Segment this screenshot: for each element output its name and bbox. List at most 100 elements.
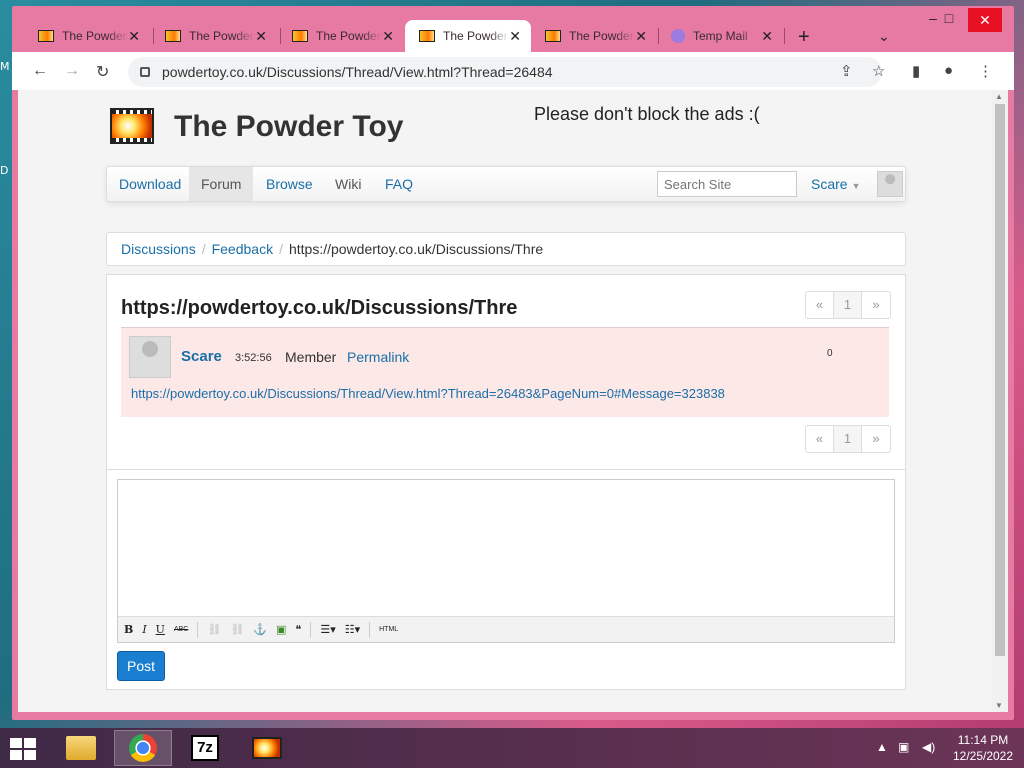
tab-list-chevron-icon[interactable]: ⌄ xyxy=(878,28,890,45)
browser-toolbar: ← → ↻ powdertoy.co.uk/Discussions/Thread… xyxy=(12,52,1014,90)
pager-page[interactable]: 1 xyxy=(834,292,862,318)
lock-icon xyxy=(140,67,150,77)
powder-toy-logo xyxy=(110,108,154,144)
close-tab-icon[interactable]: ✕ xyxy=(509,28,521,45)
back-icon[interactable]: ← xyxy=(32,62,48,80)
breadcrumb: Discussions / Feedback / https://powdertoy.c… xyxy=(106,232,906,266)
post-rank: Member xyxy=(285,349,337,365)
taskbar-powder-toy[interactable] xyxy=(238,730,296,766)
forward-icon[interactable]: → xyxy=(64,62,80,80)
bold-button[interactable]: B xyxy=(124,623,133,636)
taskbar-chrome[interactable] xyxy=(114,730,172,766)
powder-toy-icon xyxy=(252,737,282,759)
nav-browse[interactable]: Browse xyxy=(254,167,325,201)
pager-page[interactable]: 1 xyxy=(834,426,862,452)
pager-next[interactable]: » xyxy=(862,292,890,318)
browser-tab[interactable]: The Powder Toy ✕ xyxy=(24,20,150,52)
scroll-down-icon[interactable]: ▼ xyxy=(995,701,1003,710)
bookmark-star-icon[interactable]: ☆ xyxy=(872,62,885,80)
taskbar-7zip[interactable]: 7z xyxy=(176,730,234,766)
strikethrough-button[interactable]: ABC xyxy=(174,626,188,633)
breadcrumb-discussions[interactable]: Discussions xyxy=(121,241,196,257)
page-scrollbar[interactable]: ▲ ▼ xyxy=(992,90,1008,712)
pager-next[interactable]: » xyxy=(862,426,890,452)
italic-button[interactable]: I xyxy=(142,623,146,636)
close-tab-icon[interactable]: ✕ xyxy=(382,28,394,45)
browser-tab[interactable]: The Powder Toy ✕ xyxy=(278,20,404,52)
post-author[interactable]: Scare xyxy=(181,348,222,365)
reply-editor[interactable]: B I U ABC ⛓ ⛓ ⚓ ▣ ❝ ☰▾ ☷▾ HTML xyxy=(117,479,895,643)
ad-message: Please don't block the ads :( xyxy=(534,104,760,124)
network-icon[interactable]: ▣ xyxy=(898,740,909,754)
address-url: powdertoy.co.uk/Discussions/Thread/View.… xyxy=(162,64,553,80)
search-input[interactable] xyxy=(657,171,797,197)
pager-prev[interactable]: « xyxy=(806,292,834,318)
pager-prev[interactable]: « xyxy=(806,426,834,452)
maximize-icon[interactable]: □ xyxy=(932,10,966,26)
breadcrumb-feedback[interactable]: Feedback xyxy=(212,241,273,257)
numbered-list-icon[interactable]: ☷▾ xyxy=(345,623,360,636)
clock-date: 12/25/2022 xyxy=(952,749,1014,763)
caret-down-icon: ▼ xyxy=(851,181,861,191)
browser-tab-active[interactable]: The Powder Toy ✕ xyxy=(405,20,531,52)
close-tab-icon[interactable]: ✕ xyxy=(255,28,267,45)
thread-title: https://powdertoy.co.uk/Discussions/Thre xyxy=(121,297,518,319)
tray-chevron-icon[interactable]: ▲ xyxy=(876,740,888,754)
nav-wiki[interactable]: Wiki xyxy=(323,167,373,201)
tab-title: The Powder Toy xyxy=(569,29,635,43)
share-icon[interactable]: ⇪ xyxy=(840,62,853,80)
tab-title: The Powder Toy xyxy=(443,29,509,43)
browser-window: The Powder Toy ✕ The Powder Toy ✕ The Po… xyxy=(12,6,1014,720)
browser-tab[interactable]: Temp Mail ✕ xyxy=(657,20,783,52)
powder-toy-favicon-icon xyxy=(38,30,54,42)
forum-post: Scare 3:52:56 Member Permalink 0 https:/… xyxy=(121,327,889,417)
permalink[interactable]: Permalink xyxy=(347,349,409,365)
scroll-up-icon[interactable]: ▲ xyxy=(995,92,1003,101)
tab-strip: The Powder Toy ✕ The Powder Toy ✕ The Po… xyxy=(12,6,1014,52)
start-button[interactable] xyxy=(10,738,38,760)
taskbar-clock[interactable]: 11:14 PM 12/25/2022 xyxy=(948,732,1018,764)
image-icon[interactable]: ▣ xyxy=(276,623,286,636)
scrollbar-thumb[interactable] xyxy=(995,104,1005,656)
more-menu-icon[interactable]: ⋮ xyxy=(978,62,993,80)
link-icon[interactable]: ⛓ xyxy=(207,623,221,636)
breadcrumb-current: https://powdertoy.co.uk/Discussions/Thre xyxy=(288,241,544,257)
avatar[interactable] xyxy=(877,171,903,197)
unlink-icon[interactable]: ⛓ xyxy=(230,623,244,636)
volume-icon[interactable]: ◀) xyxy=(922,740,935,754)
anchor-icon[interactable]: ⚓ xyxy=(253,623,267,636)
pagination-bottom: « 1 » xyxy=(805,425,891,453)
pagination-top: « 1 » xyxy=(805,291,891,319)
browser-tab[interactable]: The Powder Toy ✕ xyxy=(151,20,277,52)
profile-icon[interactable]: ● xyxy=(944,62,953,79)
post-button[interactable]: Post xyxy=(117,651,165,681)
tab-title: The Powder Toy xyxy=(189,29,255,43)
editor-toolbar: B I U ABC ⛓ ⛓ ⚓ ▣ ❝ ☰▾ ☷▾ HTML xyxy=(118,616,894,642)
taskbar-file-explorer[interactable] xyxy=(52,730,110,766)
side-panel-icon[interactable]: ▮ xyxy=(912,62,920,80)
new-tab-icon[interactable]: + xyxy=(798,26,810,49)
close-window-icon[interactable]: ✕ xyxy=(968,8,1002,32)
browser-tab[interactable]: The Powder Toy ✕ xyxy=(531,20,657,52)
nav-forum[interactable]: Forum xyxy=(189,167,254,201)
quote-icon[interactable]: ❝ xyxy=(295,623,301,636)
powder-toy-favicon-icon xyxy=(419,30,435,42)
reload-icon[interactable]: ↻ xyxy=(96,62,109,82)
address-bar[interactable]: powdertoy.co.uk/Discussions/Thread/View.… xyxy=(128,57,882,87)
close-tab-icon[interactable]: ✕ xyxy=(128,28,140,45)
avatar[interactable] xyxy=(129,336,171,378)
close-tab-icon[interactable]: ✕ xyxy=(635,28,647,45)
close-tab-icon[interactable]: ✕ xyxy=(761,28,773,45)
html-source-button[interactable]: HTML xyxy=(379,626,398,633)
post-body-link[interactable]: https://powdertoy.co.uk/Discussions/Thre… xyxy=(131,386,725,401)
underline-button[interactable]: U xyxy=(156,623,165,636)
taskbar: 7z ▲ ▣ ◀) 11:14 PM 12/25/2022 xyxy=(0,728,1024,768)
clock-time: 11:14 PM xyxy=(957,733,1009,747)
divider xyxy=(107,469,905,470)
powder-toy-favicon-icon xyxy=(545,30,561,42)
user-menu[interactable]: Scare ▼ xyxy=(811,167,861,203)
nav-faq[interactable]: FAQ xyxy=(373,167,425,201)
nav-download[interactable]: Download xyxy=(107,167,193,201)
tab-title: The Powder Toy xyxy=(62,29,128,43)
bullet-list-icon[interactable]: ☰▾ xyxy=(320,623,335,636)
